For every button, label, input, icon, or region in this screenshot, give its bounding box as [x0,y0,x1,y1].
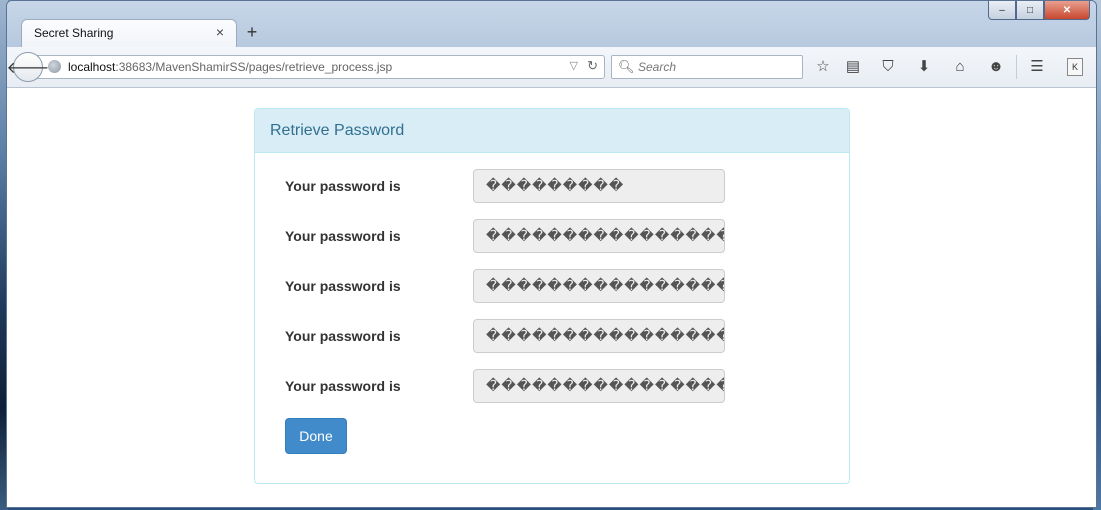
pocket-icon[interactable]: ⛉ [877,56,899,78]
toolbar-separator [1016,55,1017,79]
password-label: Your password is [285,278,401,294]
password-field[interactable]: ��������� [473,169,725,203]
bookmark-star-icon[interactable]: ☆ [812,56,834,78]
tab-title: Secret Sharing [34,26,114,40]
panel-heading: Retrieve Password [255,109,849,153]
reload-icon[interactable]: ↻ [587,58,598,74]
reading-list-icon[interactable]: ▤ [842,56,864,78]
maximize-button[interactable]: □ [1016,1,1044,20]
new-tab-button[interactable]: + [241,21,263,43]
password-label: Your password is [285,228,401,244]
download-icon[interactable]: ⬇ [913,56,935,78]
password-row: Your password is ��������� [285,169,805,203]
globe-icon [48,60,61,73]
close-window-button[interactable]: ✕ [1044,1,1090,20]
password-row: Your password is ���������������� [285,269,805,303]
password-label: Your password is [285,328,401,344]
url-path: :38683/MavenShamirSS/pages/retrieve_proc… [115,60,393,74]
password-row: Your password is ���������������� [285,319,805,353]
password-field[interactable]: ���������������� [473,269,725,303]
done-button[interactable]: Done [285,418,347,454]
url-text: localhost:38683/MavenShamirSS/pages/retr… [68,60,392,74]
url-history-dropdown-icon[interactable]: ▽ [570,59,578,72]
password-value: ���������������� [486,378,725,394]
search-bar[interactable]: 🔍︎ Search [611,55,803,79]
home-icon[interactable]: ⌂ [949,56,971,78]
navigation-toolbar: localhost:38683/MavenShamirSS/pages/retr… [7,47,1096,88]
password-field[interactable]: ���������������� [473,219,725,253]
back-button[interactable]: 🡐 [7,52,49,82]
close-tab-icon[interactable]: × [212,24,228,40]
search-icon: 🔍︎ [618,59,635,74]
password-row: Your password is ���������������� [285,369,805,403]
panel-title: Retrieve Password [270,122,405,139]
hello-chat-icon[interactable]: ☻ [985,56,1007,78]
tab-strip: Secret Sharing × + – □ ✕ [7,1,1096,48]
retrieve-password-panel: Retrieve Password Your password is �����… [254,108,850,484]
password-row: Your password is ���������������� [285,219,805,253]
minimize-button[interactable]: – [988,1,1016,20]
url-host: localhost [68,60,116,74]
password-label: Your password is [285,378,401,394]
extension-k-icon[interactable]: K [1067,58,1083,76]
password-value: ���������������� [486,278,725,294]
browser-window: Secret Sharing × + – □ ✕ localhost:38683… [6,0,1097,508]
arrow-left-icon: 🡐 [6,59,50,77]
tab-secret-sharing[interactable]: Secret Sharing × [21,19,237,48]
url-bar[interactable]: localhost:38683/MavenShamirSS/pages/retr… [37,55,605,79]
password-value: ���������������� [486,328,725,344]
search-placeholder: Search [638,60,677,74]
page-content: Retrieve Password Your password is �����… [7,88,1096,507]
password-value: ���������������� [486,228,725,244]
password-value: ��������� [486,178,625,194]
password-field[interactable]: ���������������� [473,319,725,353]
window-controls: – □ ✕ [988,1,1090,21]
menu-hamburger-icon[interactable]: ☰ [1026,56,1048,78]
password-label: Your password is [285,178,401,194]
password-field[interactable]: ���������������� [473,369,725,403]
